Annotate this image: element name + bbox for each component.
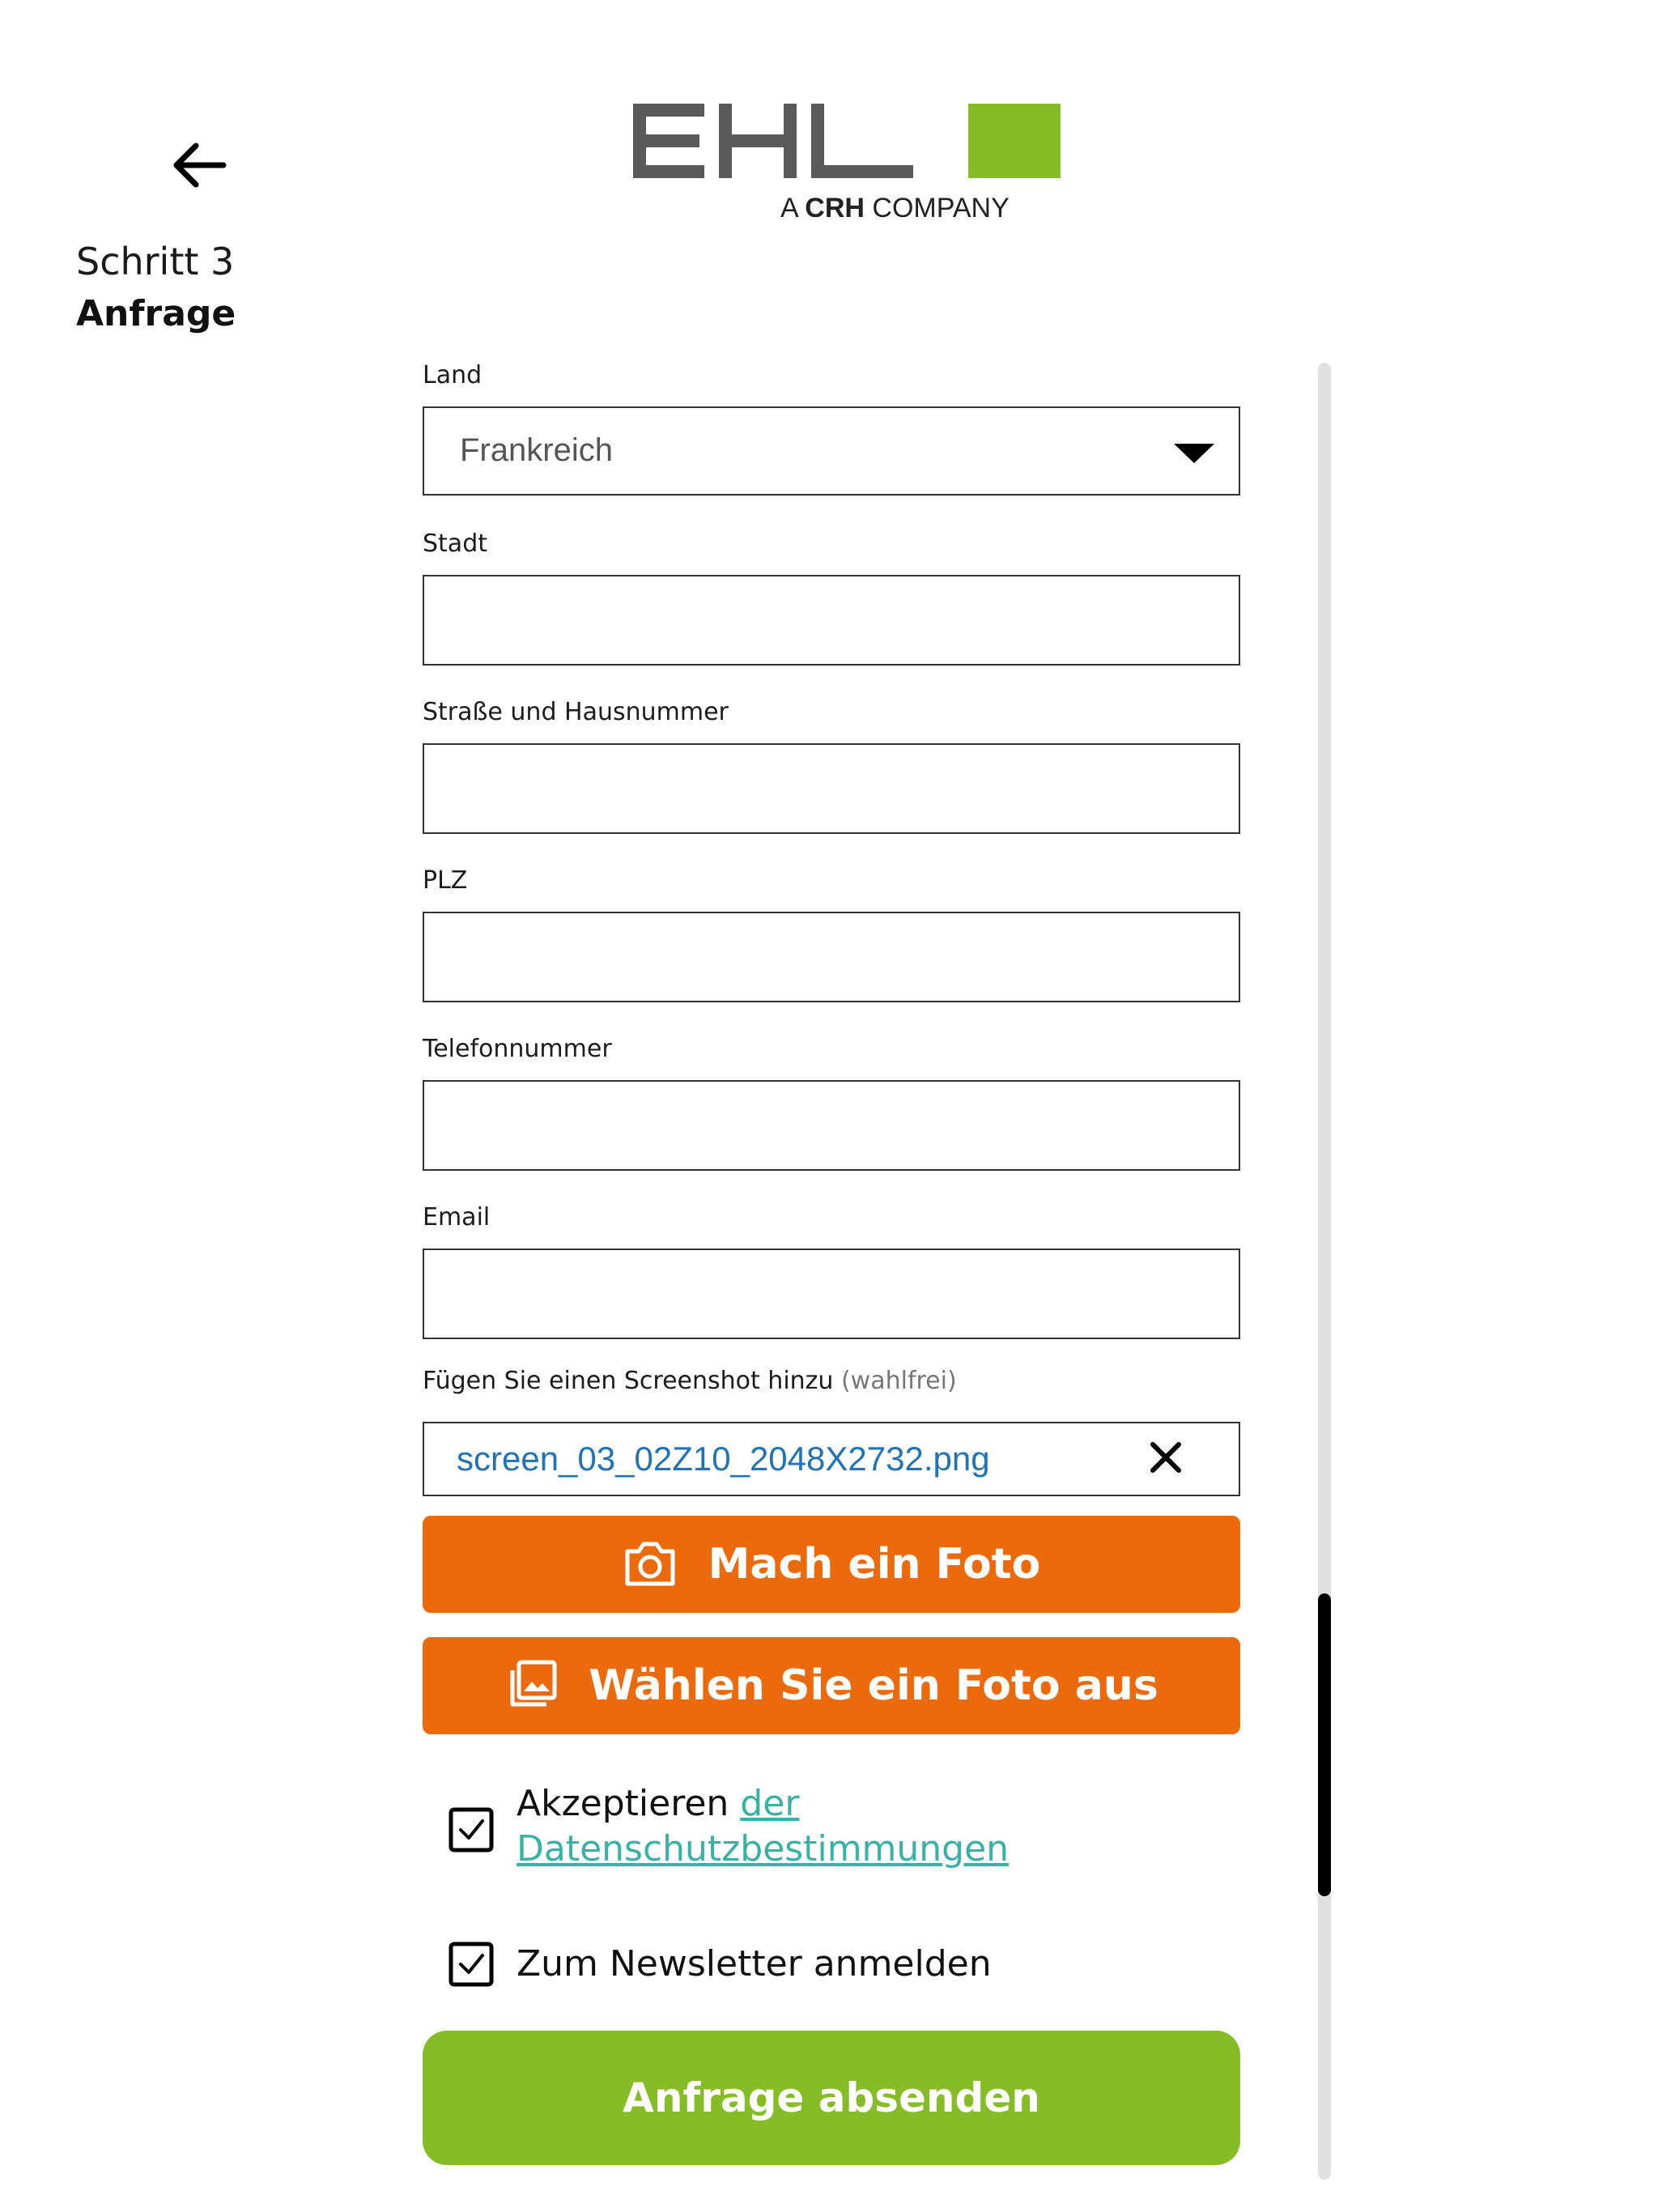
privacy-text-prefix: Akzeptieren (517, 1783, 729, 1824)
strasse-input[interactable] (424, 745, 1239, 832)
take-photo-button[interactable]: Mach ein Foto (423, 1516, 1240, 1613)
newsletter-text: Zum Newsletter anmelden (517, 1943, 992, 1984)
plz-field-box (423, 912, 1240, 1002)
screenshot-optional-text: (wahlfrei) (840, 1367, 957, 1395)
camera-icon (625, 1542, 675, 1586)
screenshot-file-box: screen_03_02Z10_2048X2732.png (423, 1422, 1240, 1496)
checkmark-icon (449, 1942, 494, 1987)
privacy-checkbox[interactable] (449, 1807, 494, 1853)
choose-photo-label: Wählen Sie ein Foto aus (589, 1661, 1158, 1710)
plz-input[interactable] (424, 913, 1239, 1001)
email-label: Email (423, 1203, 491, 1231)
land-select-value: Frankreich (460, 432, 613, 468)
screenshot-label-text: Fügen Sie einen Screenshot hinzu (423, 1367, 834, 1395)
privacy-text: Akzeptieren der Datenschutzbestimmungen (517, 1781, 1213, 1872)
screenshot-label: Fügen Sie einen Screenshot hinzu (wahlfr… (423, 1367, 957, 1395)
ehl-logo: A CRH COMPANY (623, 102, 1061, 223)
telefon-field-box (423, 1080, 1240, 1171)
stadt-field-box (423, 575, 1240, 666)
step-number: Schritt 3 (76, 240, 235, 283)
close-icon-graphic (1150, 1442, 1181, 1473)
telefon-input[interactable] (424, 1082, 1239, 1169)
screenshot-file-name[interactable]: screen_03_02Z10_2048X2732.png (457, 1440, 990, 1478)
gallery-icon (510, 1660, 557, 1707)
scrollbar-thumb[interactable] (1318, 1593, 1331, 1896)
choose-photo-button[interactable]: Wählen Sie ein Foto aus (423, 1637, 1240, 1734)
take-photo-label: Mach ein Foto (708, 1540, 1041, 1589)
back-button[interactable] (167, 133, 232, 198)
land-select[interactable]: Frankreich (423, 406, 1240, 496)
tagline-prefix: A (780, 193, 797, 223)
tagline-suffix: COMPANY (872, 193, 1010, 223)
email-field-box (423, 1249, 1240, 1339)
stadt-input[interactable] (424, 576, 1239, 664)
step-name: Anfrage (76, 293, 236, 334)
privacy-link-word[interactable]: der (740, 1783, 799, 1824)
arrow-left-icon (173, 143, 227, 188)
newsletter-checkbox[interactable] (449, 1942, 494, 1987)
telefon-label: Telefonnummer (423, 1035, 612, 1063)
email-input[interactable] (424, 1250, 1239, 1338)
close-icon[interactable] (1146, 1438, 1185, 1477)
logo-tagline: A CRH COMPANY (780, 193, 1010, 224)
plz-label: PLZ (423, 866, 468, 895)
strasse-label: Straße und Hausnummer (423, 698, 729, 726)
privacy-policy-link[interactable]: Datenschutzbestimmungen (517, 1828, 1009, 1870)
checkmark-icon (449, 1807, 494, 1853)
tagline-bold: CRH (805, 193, 865, 223)
submit-button[interactable]: Anfrage absenden (423, 2031, 1240, 2165)
strasse-field-box (423, 743, 1240, 834)
scrollbar-track[interactable] (1318, 363, 1331, 2180)
stadt-label: Stadt (423, 530, 487, 558)
chevron-down-icon (1174, 444, 1214, 463)
land-label: Land (423, 361, 483, 389)
